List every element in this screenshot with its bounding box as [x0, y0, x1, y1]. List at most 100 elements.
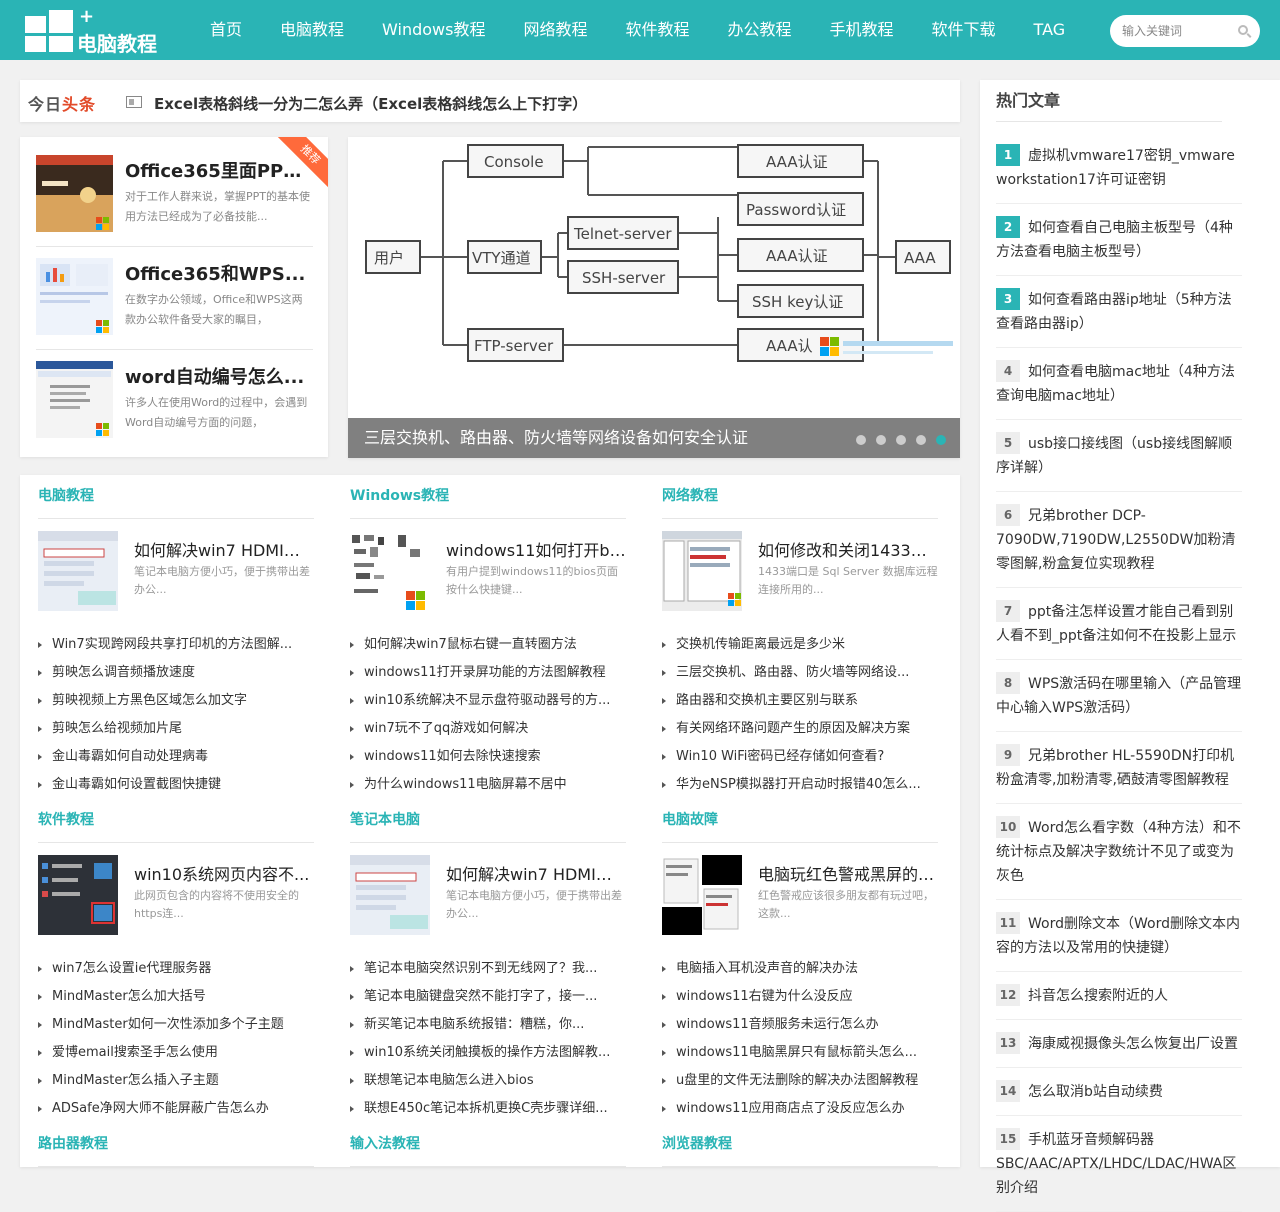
post-title[interactable]: 如何修改和关闭1433端...: [758, 537, 938, 561]
hot-article-item[interactable]: 5 usb接口接线图（usb接线图解顺序详解）: [996, 420, 1242, 492]
list-item[interactable]: 联想笔记本电脑怎么进入bios: [350, 1067, 626, 1095]
list-item[interactable]: 剪映视频上方黑色区域怎么加文字: [38, 687, 314, 715]
hot-article-item[interactable]: 2 如何查看自己电脑主板型号（4种方法查看电脑主板型号）: [996, 204, 1242, 276]
list-item[interactable]: windows11电脑黑屏只有鼠标箭头怎么...: [662, 1039, 938, 1067]
list-item[interactable]: win10系统解决不显示盘符驱动器号的方...: [350, 687, 626, 715]
nav-item-software[interactable]: 软件教程: [606, 0, 708, 60]
hot-article-title[interactable]: 兄弟brother HL-5590DN打印机粉盒清零,加粉清零,硒鼓清零图解教程: [996, 748, 1234, 788]
hot-article-title[interactable]: 兄弟brother DCP-7090DW,7190DW,L2550DW加粉清零图…: [996, 508, 1235, 572]
list-item[interactable]: windows11如何去除快速搜索: [350, 743, 626, 771]
hot-article-title[interactable]: 抖音怎么搜索附近的人: [1028, 988, 1168, 1004]
list-item[interactable]: windows11应用商店点了没反应怎么办: [662, 1095, 938, 1123]
hot-article-item[interactable]: 1 虚拟机vmware17密钥_vmware workstation17许可证密钥: [996, 132, 1242, 204]
list-item[interactable]: 剪映怎么给视频加片尾: [38, 715, 314, 743]
hot-article-item[interactable]: 12 抖音怎么搜索附近的人: [996, 972, 1242, 1020]
post-title[interactable]: 如何解决win7 HDMI输...: [134, 537, 314, 561]
list-item[interactable]: 新买笔记本电脑系统报错：糟糕，你...: [350, 1011, 626, 1039]
nav-item-download[interactable]: 软件下载: [913, 0, 1015, 60]
list-item[interactable]: windows11音频服务未运行怎么办: [662, 1011, 938, 1039]
hot-article-item[interactable]: 3 如何查看路由器ip地址（5种方法查看路由器ip）: [996, 276, 1242, 348]
hot-article-title[interactable]: 如何查看电脑mac地址（4种方法查询电脑mac地址）: [996, 364, 1235, 404]
category-top-post[interactable]: windows11如何打开bi... 有用户提到windows11的bios页面…: [350, 519, 626, 618]
post-title[interactable]: windows11如何打开bi...: [446, 537, 626, 561]
slider-dot[interactable]: [916, 435, 926, 445]
list-item[interactable]: MindMaster怎么加大括号: [38, 983, 314, 1011]
category-title[interactable]: 输入法教程: [350, 1133, 626, 1167]
search-icon[interactable]: [1238, 25, 1248, 35]
list-item[interactable]: ADSafe净网大师不能屏蔽广告怎么办: [38, 1095, 314, 1123]
list-item[interactable]: u盘里的文件无法删除的解决办法图解教程: [662, 1067, 938, 1095]
list-item[interactable]: 三层交换机、路由器、防火墙等网络设...: [662, 659, 938, 687]
category-title[interactable]: 路由器教程: [38, 1133, 314, 1167]
image-slider[interactable]: 用户 Console VTY通道 Telnet-server SSH-serve…: [348, 137, 960, 458]
hot-article-item[interactable]: 10 Word怎么看字数（4种方法）和不统计标点及解决字数统计不见了或变为灰色: [996, 804, 1242, 900]
category-title[interactable]: 笔记本电脑: [350, 809, 626, 843]
list-item[interactable]: 爱博email搜索圣手怎么使用: [38, 1039, 314, 1067]
nav-item-mobile[interactable]: 手机教程: [811, 0, 913, 60]
list-item[interactable]: 为什么windows11电脑屏幕不居中: [350, 771, 626, 799]
list-item[interactable]: win7怎么设置ie代理服务器: [38, 955, 314, 983]
list-item[interactable]: 联想E450c笔记本拆机更换C壳步骤详细...: [350, 1095, 626, 1123]
list-item[interactable]: windows11右键为什么没反应: [662, 983, 938, 1011]
slider-dot[interactable]: [876, 435, 886, 445]
category-title[interactable]: 浏览器教程: [662, 1133, 938, 1167]
slider-dot[interactable]: [856, 435, 866, 445]
category-top-post[interactable]: 如何解决win7 HDMI输... 笔记本电脑方便小巧，便于携带出差办公...: [350, 843, 626, 942]
category-title[interactable]: 网络教程: [662, 485, 938, 519]
featured-title[interactable]: Office365里面PPT...: [125, 157, 310, 183]
nav-item-computer[interactable]: 电脑教程: [261, 0, 363, 60]
hot-article-item[interactable]: 14 怎么取消b站自动续费: [996, 1068, 1242, 1116]
hot-article-item[interactable]: 8 WPS激活码在哪里输入（产品管理中心输入WPS激活码）: [996, 660, 1242, 732]
list-item[interactable]: win10系统关闭触摸板的操作方法图解教...: [350, 1039, 626, 1067]
hot-article-title[interactable]: 海康威视摄像头怎么恢复出厂设置: [1028, 1036, 1238, 1052]
hot-article-title[interactable]: 如何查看路由器ip地址（5种方法查看路由器ip）: [996, 292, 1232, 332]
list-item[interactable]: 电脑插入耳机没声音的解决办法: [662, 955, 938, 983]
list-item[interactable]: 金山毒霸如何设置截图快捷键: [38, 771, 314, 799]
list-item[interactable]: Win10 WiFi密码已经存储如何查看?: [662, 743, 938, 771]
hot-article-title[interactable]: ppt备注怎样设置才能自己看到别人看不到_ppt备注如何不在投影上显示: [996, 604, 1236, 644]
nav-item-home[interactable]: 首页: [191, 0, 261, 60]
list-item[interactable]: 如何解决win7鼠标右键一直转圈方法: [350, 631, 626, 659]
hot-article-title[interactable]: 如何查看自己电脑主板型号（4种方法查看电脑主板型号）: [996, 220, 1233, 260]
list-item[interactable]: 华为eNSP模拟器打开启动时报错40怎么...: [662, 771, 938, 799]
hot-article-item[interactable]: 15 手机蓝牙音频解码器SBC/AAC/APTX/LHDC/LDAC/HWA区别介…: [996, 1116, 1242, 1212]
featured-title[interactable]: word自动编号怎么...: [125, 363, 310, 389]
category-top-post[interactable]: win10系统网页内容不... 此网页包含的内容将不使用安全的https连...: [38, 843, 314, 942]
list-item[interactable]: win7玩不了qq游戏如何解决: [350, 715, 626, 743]
hot-article-item[interactable]: 6 兄弟brother DCP-7090DW,7190DW,L2550DW加粉清零…: [996, 492, 1242, 588]
hot-article-item[interactable]: 13 海康威视摄像头怎么恢复出厂设置: [996, 1020, 1242, 1068]
hot-article-title[interactable]: usb接口接线图（usb接线图解顺序详解）: [996, 436, 1232, 476]
list-item[interactable]: 笔记本电脑突然识别不到无线网了？我...: [350, 955, 626, 983]
nav-item-office[interactable]: 办公教程: [709, 0, 811, 60]
featured-title[interactable]: Office365和WPS...: [125, 260, 310, 286]
hot-article-title[interactable]: Word怎么看字数（4种方法）和不统计标点及解决字数统计不见了或变为灰色: [996, 820, 1241, 884]
category-title[interactable]: 软件教程: [38, 809, 314, 843]
category-title[interactable]: 电脑故障: [662, 809, 938, 843]
hot-article-item[interactable]: 4 如何查看电脑mac地址（4种方法查询电脑mac地址）: [996, 348, 1242, 420]
list-item[interactable]: Win7实现跨网段共享打印机的方法图解...: [38, 631, 314, 659]
search-input[interactable]: [1122, 15, 1232, 47]
hot-article-item[interactable]: 9 兄弟brother HL-5590DN打印机粉盒清零,加粉清零,硒鼓清零图解教…: [996, 732, 1242, 804]
list-item[interactable]: windows11打开录屏功能的方法图解教程: [350, 659, 626, 687]
hot-article-title[interactable]: 怎么取消b站自动续费: [1028, 1084, 1163, 1100]
featured-item[interactable]: Office365里面PPT... 对于工作人群来说，掌握PPT的基本使用方法已…: [36, 155, 313, 247]
hot-article-title[interactable]: 手机蓝牙音频解码器SBC/AAC/APTX/LHDC/LDAC/HWA区别介绍: [996, 1132, 1236, 1196]
list-item[interactable]: 交换机传输距离最远是多少米: [662, 631, 938, 659]
list-item[interactable]: 金山毒霸如何自动处理病毒: [38, 743, 314, 771]
category-top-post[interactable]: 电脑玩红色警戒黑屏的解... 红色警戒应该很多朋友都有玩过吧，这款...: [662, 843, 938, 942]
hot-article-title[interactable]: 虚拟机vmware17密钥_vmware workstation17许可证密钥: [996, 148, 1235, 188]
nav-item-tag[interactable]: TAG: [1015, 0, 1085, 60]
nav-item-network[interactable]: 网络教程: [504, 0, 606, 60]
nav-item-windows[interactable]: Windows教程: [363, 0, 504, 60]
list-item[interactable]: 路由器和交换机主要区别与联系: [662, 687, 938, 715]
hot-article-item[interactable]: 11 Word删除文本（Word删除文本内容的方法以及常用的快捷键）: [996, 900, 1242, 972]
list-item[interactable]: 有关网络环路问题产生的原因及解决方案: [662, 715, 938, 743]
post-title[interactable]: win10系统网页内容不...: [134, 861, 314, 885]
hot-article-item[interactable]: 7 ppt备注怎样设置才能自己看到别人看不到_ppt备注如何不在投影上显示: [996, 588, 1242, 660]
category-top-post[interactable]: 如何解决win7 HDMI输... 笔记本电脑方便小巧，便于携带出差办公...: [38, 519, 314, 618]
post-title[interactable]: 如何解决win7 HDMI输...: [446, 861, 626, 885]
hot-article-title[interactable]: Word删除文本（Word删除文本内容的方法以及常用的快捷键）: [996, 916, 1240, 956]
list-item[interactable]: MindMaster怎么插入子主题: [38, 1067, 314, 1095]
slider-dot-active[interactable]: [936, 435, 946, 445]
category-title[interactable]: 电脑教程: [38, 485, 314, 519]
